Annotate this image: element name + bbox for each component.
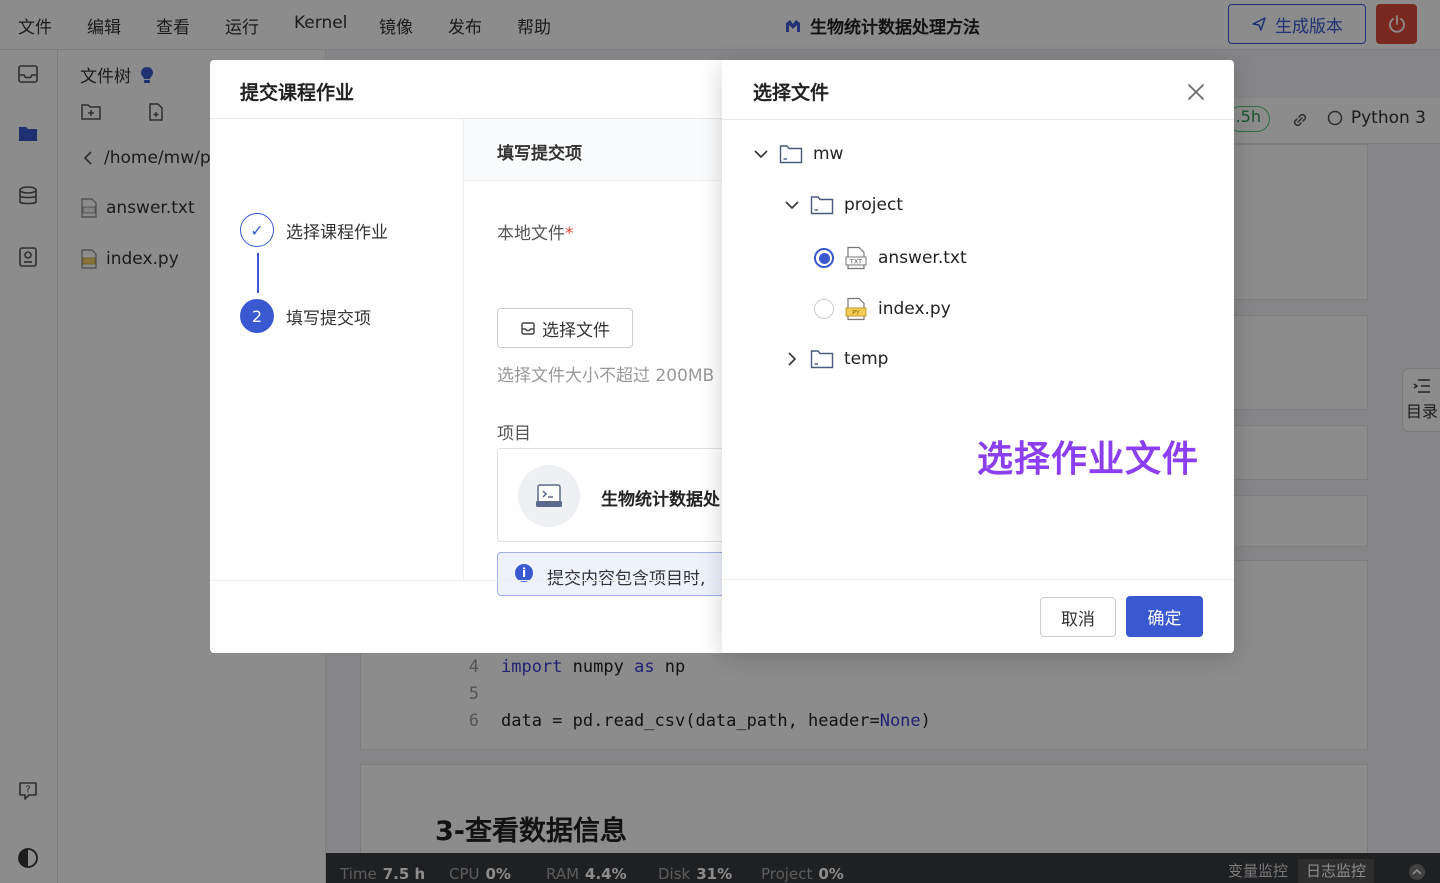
steps-panel: ✓ 选择课程作业 2 填写提交项 [210, 119, 464, 581]
close-icon[interactable] [1186, 82, 1206, 102]
project-name: 生物统计数据处 [601, 490, 720, 510]
file-size-hint: 选择文件大小不超过 200MB [497, 366, 715, 386]
chevron-down-icon[interactable] [784, 197, 800, 213]
annotation-text: 选择作业文件 [977, 439, 1200, 480]
step-number: 2 [240, 299, 274, 333]
divider [722, 579, 1234, 580]
step-connector [257, 253, 259, 293]
step-label: 填写提交项 [286, 308, 371, 329]
tree-node-label: project [844, 195, 904, 215]
chevron-down-icon[interactable] [753, 146, 769, 162]
terminal-icon [536, 484, 562, 507]
svg-text:TXT: TXT [849, 258, 862, 266]
file-dialog-title: 选择文件 [753, 82, 830, 104]
folder-icon [810, 350, 834, 369]
tree-node-label: temp [844, 349, 889, 369]
step-fill-items[interactable]: 2 填写提交项 [240, 299, 371, 333]
submit-dialog-title: 提交课程作业 [240, 82, 355, 104]
txt-file-icon: TXT [845, 246, 867, 270]
info-text: 提交内容包含项目时, [547, 569, 706, 589]
tree-node-answer-txt[interactable]: TXT answer.txt [814, 246, 967, 270]
step-select-assignment[interactable]: ✓ 选择课程作业 [240, 213, 388, 247]
required-mark: * [565, 224, 574, 244]
folder-icon [810, 196, 834, 215]
tree-node-project[interactable]: project [784, 195, 903, 215]
tree-node-temp[interactable]: temp [784, 349, 888, 369]
step-check-icon: ✓ [240, 213, 274, 247]
chevron-right-icon[interactable] [784, 351, 800, 367]
upload-box-icon [521, 322, 535, 335]
choose-file-dialog: 选择文件 mw project TXT answer.txt PY index.… [722, 60, 1234, 653]
confirm-button[interactable]: 确定 [1126, 596, 1203, 637]
radio-unselected[interactable] [814, 299, 834, 319]
tree-node-label: answer.txt [878, 248, 967, 268]
radio-selected[interactable] [814, 248, 834, 268]
python-file-icon: PY [845, 297, 867, 321]
tree-node-index-py[interactable]: PY index.py [814, 297, 951, 321]
tree-node-mw[interactable]: mw [753, 144, 843, 164]
tree-node-label: index.py [878, 299, 951, 319]
folder-icon [779, 145, 803, 164]
project-avatar [518, 465, 580, 527]
choose-file-button[interactable]: 选择文件 [497, 308, 633, 348]
project-label: 项目 [497, 424, 531, 444]
local-file-label: 本地文件* [497, 219, 574, 244]
tree-node-label: mw [813, 144, 844, 164]
local-file-label-text: 本地文件 [497, 224, 565, 244]
divider [722, 119, 1234, 120]
form-title: 填写提交项 [497, 144, 582, 164]
choose-file-label: 选择文件 [542, 320, 610, 341]
cancel-button[interactable]: 取消 [1040, 597, 1116, 637]
step-label: 选择课程作业 [286, 222, 388, 243]
svg-text:PY: PY [852, 309, 860, 317]
